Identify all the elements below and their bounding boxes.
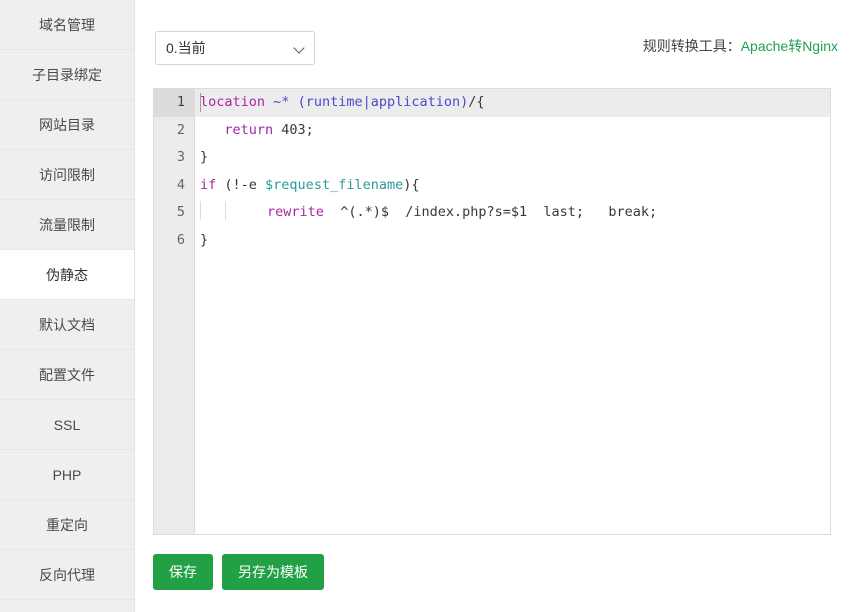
sidebar-item-2[interactable]: 子目录绑定 — [0, 50, 134, 100]
sidebar-item-9[interactable]: SSL — [0, 400, 134, 450]
code-line[interactable]: if (!-e $request_filename){ — [195, 172, 830, 200]
editor-line-number-gutter: 1 2 3 4 5 6 — [154, 89, 195, 534]
rule-select-wrapper: 0.当前 — [155, 31, 315, 65]
code-token: ){ — [403, 176, 420, 193]
sidebar-item-label: 伪静态 — [46, 267, 88, 283]
code-token: } — [200, 231, 209, 248]
line-number: 3 — [176, 149, 185, 165]
code-token: location — [200, 94, 266, 110]
code-token: ~* — [273, 94, 290, 110]
sidebar-item-label: SSL — [53, 417, 81, 433]
sidebar-item-label: 流量限制 — [39, 217, 95, 233]
code-token: (runtime|application) — [297, 94, 469, 110]
code-line[interactable]: rewrite ^(.*)$ /index.php?s=$1 last; bre… — [195, 199, 830, 227]
save-button[interactable]: 保存 — [153, 554, 213, 590]
sidebar-item-5[interactable]: 流量限制 — [0, 200, 134, 250]
code-line[interactable]: location ~* (runtime|application)/{ — [195, 89, 830, 117]
sidebar-item-label: 子目录绑定 — [32, 67, 102, 83]
rule-converter: 规则转换工具：Apache转Nginx — [643, 36, 838, 56]
line-number: 2 — [176, 121, 185, 138]
text-caret — [200, 93, 201, 112]
rule-converter-label: 规则转换工具： — [642, 38, 741, 54]
sidebar-item-11[interactable]: 重定向 — [0, 500, 134, 550]
settings-sidebar: 域名管理子目录绑定网站目录访问限制流量限制伪静态默认文档配置文件 SSL PHP 重定… — [0, 0, 135, 612]
code-token: (!-e — [216, 176, 266, 193]
chevron-down-icon — [295, 44, 304, 53]
indent-guides — [200, 201, 267, 220]
line-number: 6 — [176, 231, 185, 248]
sidebar-item-label: PHP — [52, 467, 82, 483]
sidebar-item-label: 网站目录 — [39, 117, 95, 133]
sidebar-item-list: 域名管理子目录绑定网站目录访问限制流量限制伪静态默认文档配置文件 SSL PHP 重定… — [0, 0, 134, 600]
sidebar-item-1[interactable]: 域名管理 — [0, 0, 134, 50]
line-number: 1 — [154, 89, 194, 117]
sidebar-item-4[interactable]: 访问限制 — [0, 150, 134, 200]
sidebar-item-label: 域名管理 — [39, 17, 95, 33]
code-token: } — [200, 149, 209, 165]
apache-to-nginx-link[interactable]: Apache转Nginx — [741, 38, 838, 54]
code-token: return — [224, 121, 274, 138]
sidebar-item-12[interactable]: 反向代理 — [0, 550, 134, 600]
sidebar-item-7[interactable]: 默认文档 — [0, 300, 134, 350]
code-line[interactable]: return 403; — [195, 117, 830, 145]
sidebar-item-label: 重定向 — [46, 517, 88, 533]
sidebar-item-8[interactable]: 配置文件 — [0, 350, 134, 400]
code-token: rewrite — [267, 204, 324, 220]
sidebar-item-label: 反向代理 — [39, 567, 95, 583]
page-root: 域名管理子目录绑定网站目录访问限制流量限制伪静态默认文档配置文件 SSL PHP 重定… — [0, 0, 852, 612]
editor-toolbar: 0.当前 规则转换工具：Apache转Nginx — [155, 31, 838, 65]
code-token: if — [200, 176, 217, 193]
line-number: 5 — [176, 204, 185, 220]
main-content: 0.当前 规则转换工具：Apache转Nginx 1 2 3 4 5 6 location… — [136, 0, 852, 612]
editor-code-area[interactable]: location ~* (runtime|application)/{ retu… — [195, 89, 830, 534]
sidebar-item-3[interactable]: 网站目录 — [0, 100, 134, 150]
editor-action-bar: 保存 另存为模板 — [153, 554, 333, 590]
sidebar-item-label: 访问限制 — [39, 167, 95, 183]
rewrite-rule-code-editor[interactable]: 1 2 3 4 5 6 location ~* (runtime|application)… — [153, 88, 831, 535]
sidebar-item-6[interactable]: 伪静态 — [0, 250, 134, 300]
sidebar-item-label: 配置文件 — [39, 367, 95, 383]
sidebar-item-10[interactable]: PHP — [0, 450, 134, 500]
save-as-template-button[interactable]: 另存为模板 — [222, 554, 324, 590]
rule-select-value: 0.当前 — [166, 40, 206, 56]
code-token: /{ — [468, 94, 485, 110]
code-token: 403; — [273, 121, 314, 138]
code-token: $request_filename — [265, 176, 404, 193]
sidebar-item-label: 默认文档 — [39, 317, 95, 333]
rule-select[interactable]: 0.当前 — [155, 31, 315, 65]
code-token: ^(.*)$ /index.php?s=$1 last; break; — [323, 204, 658, 220]
code-line[interactable]: } — [195, 144, 830, 172]
code-line[interactable]: } — [195, 227, 830, 255]
line-number: 4 — [176, 176, 185, 193]
